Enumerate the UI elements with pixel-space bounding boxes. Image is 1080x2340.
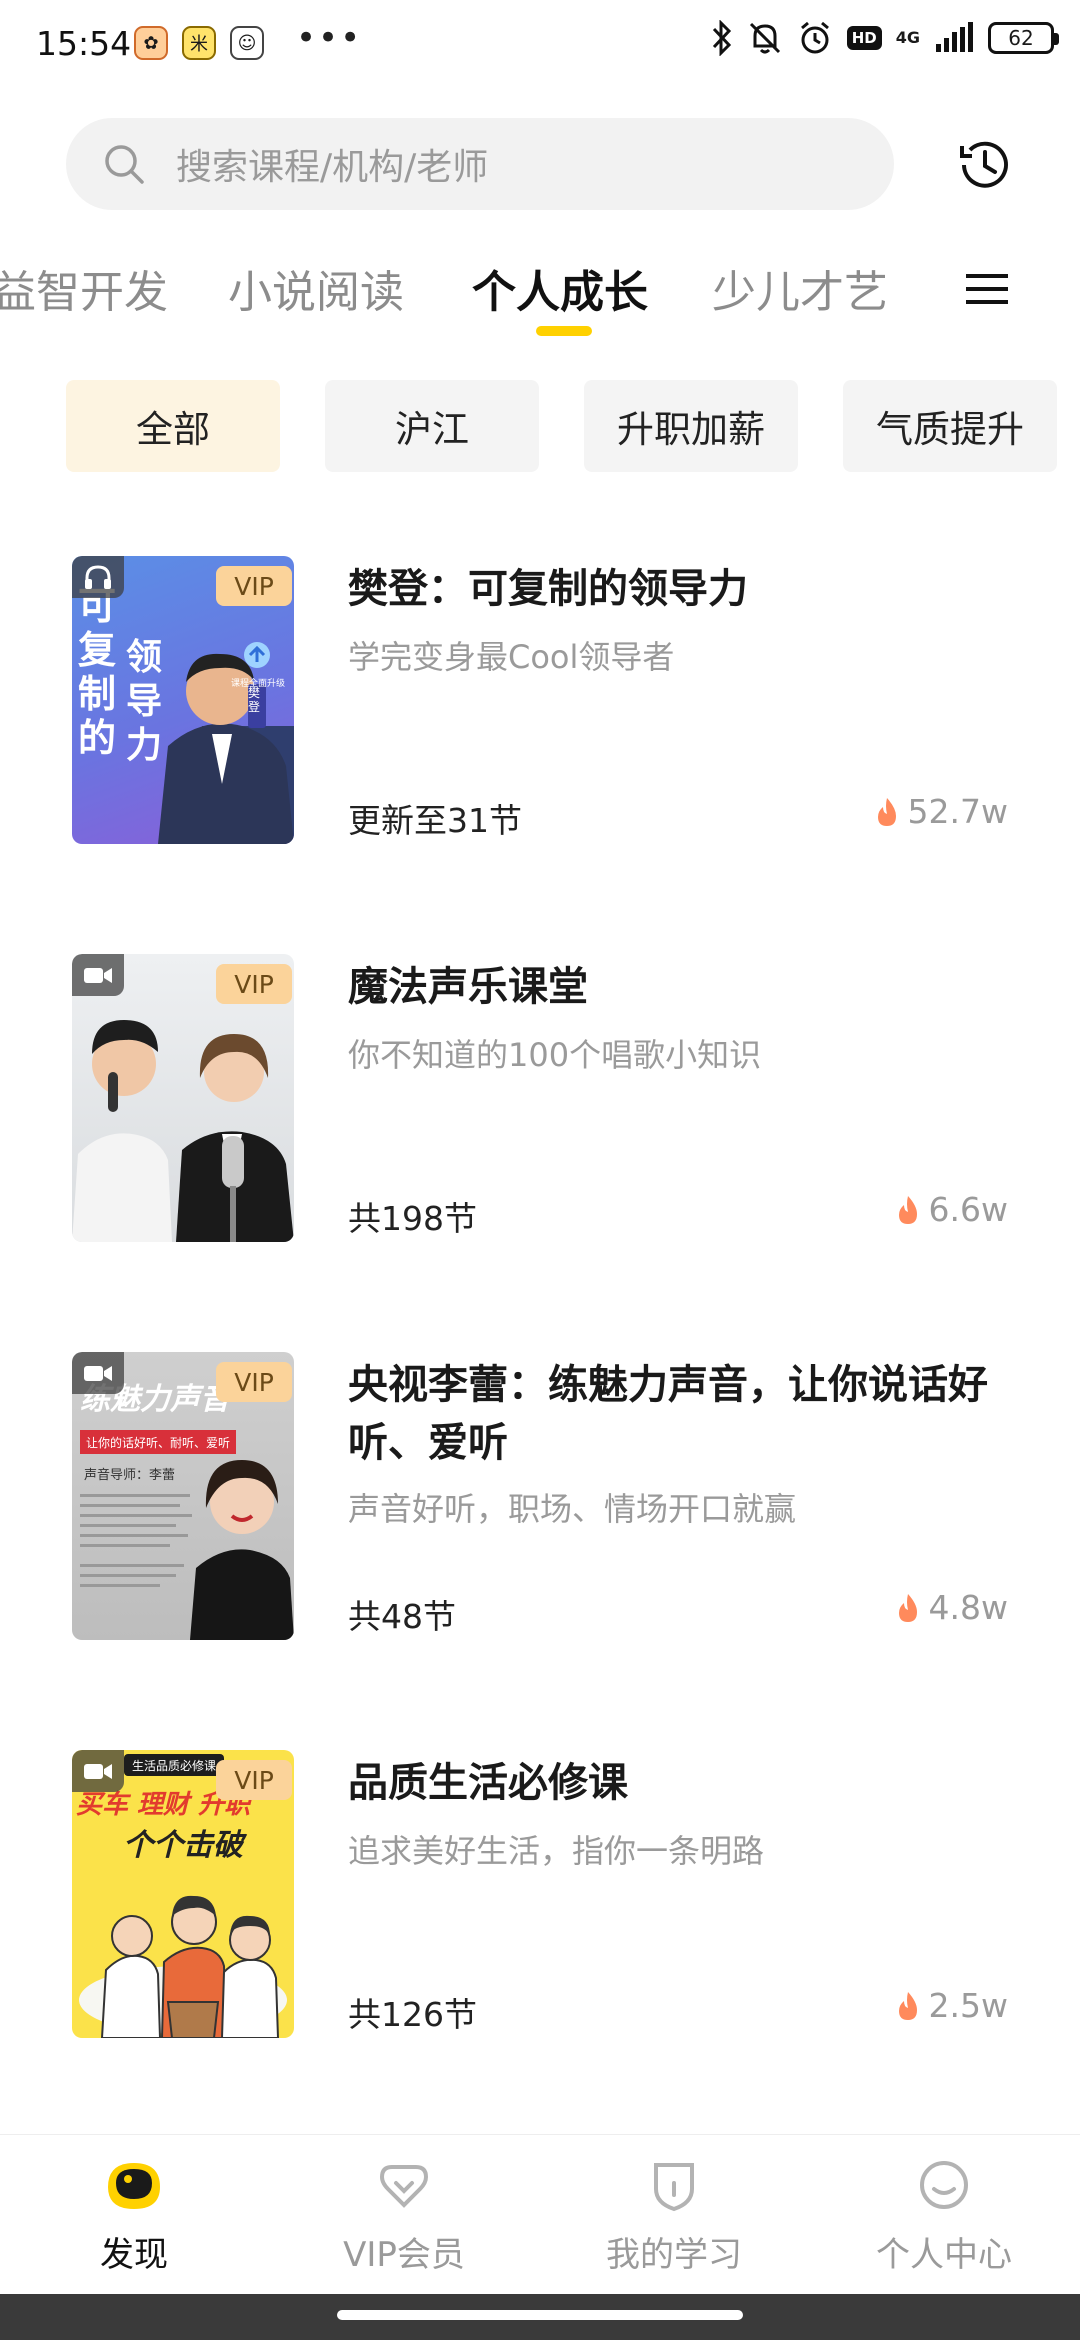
course-subtitle: 追求美好生活，指你一条明路: [348, 1832, 765, 1870]
vip-badge: VIP: [216, 1760, 292, 1800]
vip-badge: VIP: [216, 1362, 292, 1402]
app-notification-icon: 米: [182, 26, 216, 60]
cover-banner: 让你的话好听、耐听、爱听: [80, 1430, 236, 1454]
cover-tag: 樊登: [248, 686, 261, 714]
course-lesson-count: 更新至31节: [348, 801, 522, 840]
nav-label: VIP会员: [343, 2235, 465, 2275]
battery-icon: 62: [988, 22, 1059, 54]
course-item[interactable]: 练魅力声音 让你的话好听、耐听、爱听 声音导师：李蕾 VIP 央视李蕾：练魅力声…: [0, 1352, 1080, 1652]
tab-category-active[interactable]: 个人成长: [472, 256, 648, 320]
nav-label: 发现: [100, 2235, 168, 2275]
nav-item-study[interactable]: 我的学习: [574, 2153, 774, 2276]
popularity-count: 4.8w: [928, 1588, 1008, 1627]
chip-filter[interactable]: 升职加薪: [584, 380, 798, 472]
flame-icon: [898, 1991, 917, 2020]
system-status-icons: HD 4G 62: [711, 20, 1059, 56]
course-subtitle: 你不知道的100个唱歌小知识: [348, 1036, 762, 1074]
smile-face-icon: [920, 2161, 968, 2209]
history-icon[interactable]: [952, 132, 1018, 198]
alarm-icon: [800, 21, 829, 54]
chip-filter[interactable]: 沪江: [325, 380, 539, 472]
bottom-nav: 发现 VIP会员 我的学习 个人中心: [0, 2134, 1080, 2294]
headphones-icon: [72, 556, 124, 598]
more-notifications-icon: •••: [296, 18, 363, 58]
search-input[interactable]: 搜索课程/机构/老师: [66, 118, 894, 210]
course-title: 品质生活必修课: [348, 1760, 628, 1806]
home-indicator[interactable]: [337, 2310, 743, 2320]
chip-filter[interactable]: 气质提升: [843, 380, 1057, 472]
discover-icon: [108, 2163, 160, 2209]
signal-icon: [936, 22, 973, 52]
nav-label: 我的学习: [606, 2235, 742, 2275]
status-time: 15:54: [36, 24, 132, 63]
cover-teacher: 声音导师：李蕾: [84, 1468, 176, 1483]
tab-category[interactable]: 小说阅读: [228, 256, 404, 320]
search-icon: [105, 145, 144, 184]
status-bar: 15:54 ✿ 米 ☺ ••• HD 4G 62: [0, 0, 1080, 96]
cover-tag: 生活品质必修课: [124, 1754, 225, 1776]
course-subtitle: 声音好听，职场、情场开口就赢: [348, 1490, 797, 1528]
tab-category[interactable]: 益智开发: [0, 256, 168, 320]
popularity-count: 52.7w: [907, 792, 1008, 831]
course-popularity: 6.6w: [895, 1190, 1008, 1229]
course-popularity: 2.5w: [895, 1986, 1008, 2025]
course-lesson-count: 共198节: [348, 1199, 477, 1238]
tab-category[interactable]: 少儿才艺: [712, 256, 888, 320]
bell-mute-icon: [749, 22, 780, 54]
vip-diamond-icon: [379, 2165, 429, 2208]
popularity-count: 6.6w: [928, 1190, 1008, 1229]
cover-title: 个个击破: [123, 1828, 243, 1863]
course-title: 央视李蕾：练魅力声音，让你说话好听、爱听: [348, 1362, 988, 1466]
bluetooth-icon: [712, 20, 731, 56]
menu-icon[interactable]: [962, 264, 1012, 314]
category-tabs: 益智开发 小说阅读 个人成长 少儿才艺: [0, 240, 1080, 360]
nav-item-vip[interactable]: VIP会员: [304, 2153, 504, 2276]
course-popularity: 4.8w: [895, 1588, 1008, 1627]
course-subtitle: 学完变身最Cool领导者: [348, 638, 675, 676]
flame-icon: [898, 1593, 917, 1622]
message-notification-icon: ☺: [230, 26, 264, 60]
course-title: 魔法声乐课堂: [348, 964, 588, 1010]
video-camera-icon: [72, 954, 124, 996]
system-gesture-bar: [0, 2294, 1080, 2340]
flame-icon: [898, 1195, 917, 1224]
course-popularity: 52.7w: [874, 792, 1008, 831]
course-item[interactable]: 可复制的 领导力 课程全面升级 樊登 VIP 樊登：可复制的领导力 学完变身最C…: [0, 556, 1080, 856]
filter-chips: 全部 沪江 升职加薪 气质提升: [0, 380, 1080, 472]
vip-badge: VIP: [216, 964, 292, 1004]
popularity-count: 2.5w: [928, 1986, 1008, 2025]
app-notification-icon: ✿: [134, 26, 168, 60]
course-lesson-count: 共48节: [348, 1597, 456, 1636]
video-camera-icon: [72, 1750, 124, 1792]
vip-badge: VIP: [216, 566, 292, 606]
notification-icons: ✿ 米 ☺: [134, 26, 264, 60]
course-cover: VIP: [72, 954, 294, 1242]
video-camera-icon: [72, 1352, 124, 1394]
cover-title: 领导力: [126, 637, 163, 766]
cover-title: 可复制的: [78, 584, 117, 760]
nav-label: 个人中心: [876, 2235, 1012, 2275]
active-tab-indicator: [536, 326, 592, 336]
hd-voice-icon: HD: [846, 26, 882, 50]
nav-item-discover[interactable]: 发现: [34, 2153, 234, 2276]
course-item[interactable]: 生活品质必修课 买车 理财 升职 个个击破 VIP 品质生活必修课 追求美好生活…: [0, 1750, 1080, 2050]
course-cover: 练魅力声音 让你的话好听、耐听、爱听 声音导师：李蕾 VIP: [72, 1352, 294, 1640]
course-item[interactable]: VIP 魔法声乐课堂 你不知道的100个唱歌小知识 共198节 6.6w: [0, 954, 1080, 1254]
course-cover: 生活品质必修课 买车 理财 升职 个个击破 VIP: [72, 1750, 294, 2038]
network-type: 4G: [895, 28, 920, 47]
nav-item-profile[interactable]: 个人中心: [844, 2153, 1044, 2276]
study-shield-icon: [654, 2163, 694, 2212]
course-title: 樊登：可复制的领导力: [348, 566, 748, 612]
course-cover: 可复制的 领导力 课程全面升级 樊登 VIP: [72, 556, 294, 844]
flame-icon: [877, 797, 896, 826]
course-lesson-count: 共126节: [348, 1995, 477, 2034]
chip-filter[interactable]: 全部: [66, 380, 280, 472]
search-placeholder: 搜索课程/机构/老师: [176, 147, 489, 188]
